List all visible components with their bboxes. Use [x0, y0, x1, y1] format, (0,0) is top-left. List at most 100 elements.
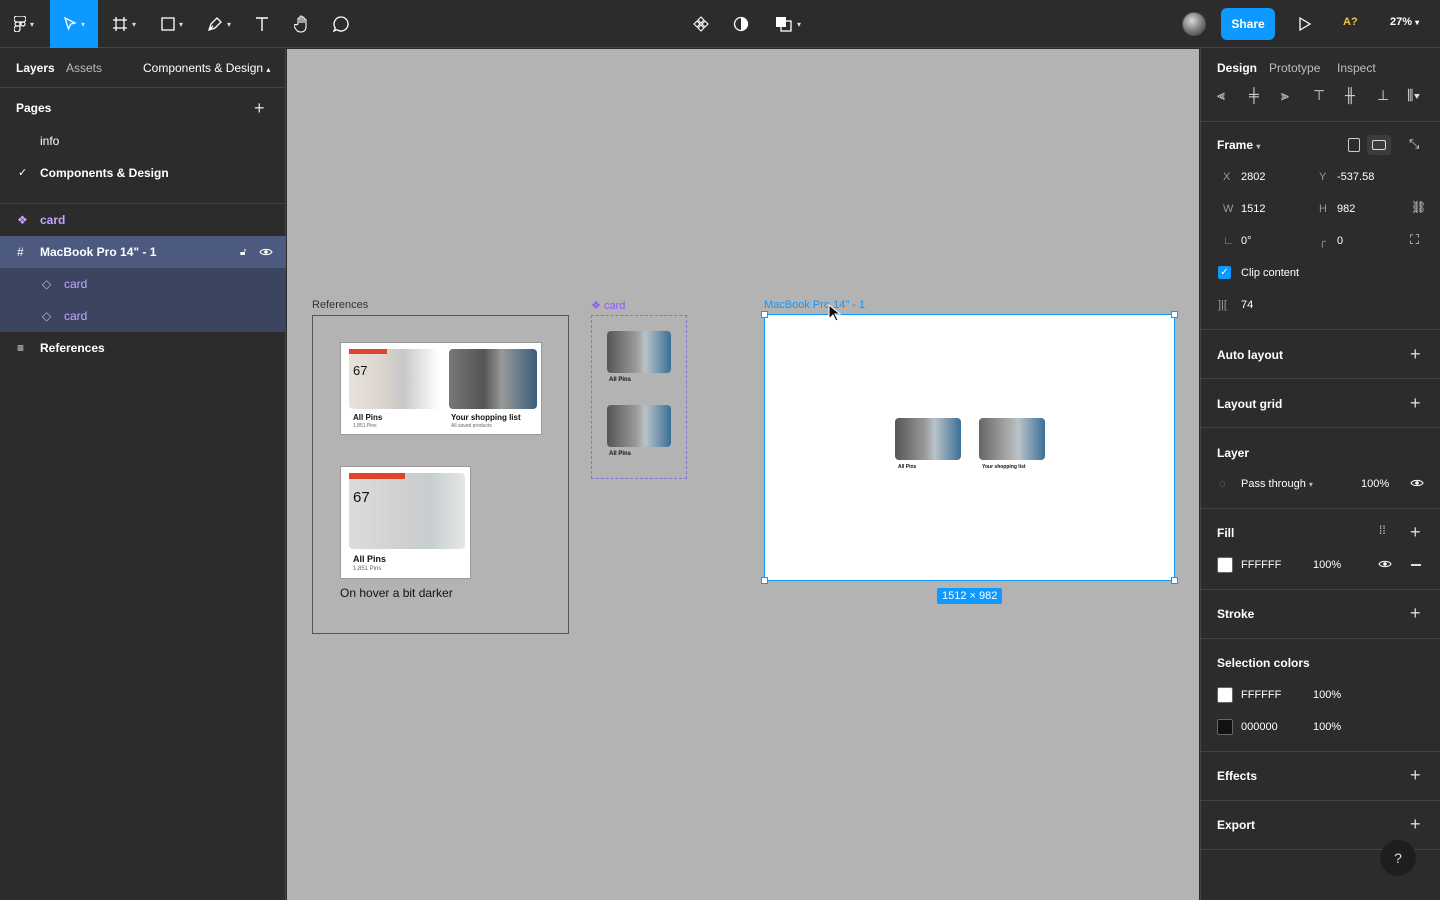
fill-swatch[interactable]	[1217, 557, 1233, 573]
layer-card-instance[interactable]: ◇ card	[0, 268, 286, 300]
clip-content-checkbox[interactable]: ✓	[1218, 266, 1231, 279]
resize-handle[interactable]	[761, 311, 768, 318]
rotation-input[interactable]: 0°	[1241, 235, 1252, 247]
distribute-icon[interactable]: ⫼▾	[1407, 87, 1420, 104]
page-selector[interactable]: Components & Design ▴	[143, 61, 270, 75]
fill-opacity-input[interactable]: 100%	[1313, 559, 1341, 571]
h-input[interactable]: 982	[1337, 203, 1355, 215]
selection-color-hex[interactable]: 000000	[1241, 721, 1278, 733]
tab-prototype[interactable]: Prototype	[1269, 61, 1320, 75]
x-label: X	[1223, 171, 1231, 183]
selection-color-swatch[interactable]	[1217, 687, 1233, 703]
resize-handle[interactable]	[761, 577, 768, 584]
selection-color-swatch[interactable]	[1217, 719, 1233, 735]
present-button[interactable]	[1292, 0, 1318, 48]
page-item-components[interactable]: Components & Design	[40, 166, 169, 180]
comment-tool-button[interactable]	[327, 0, 355, 48]
corner-radius-input[interactable]: 0	[1337, 235, 1343, 247]
eye-icon[interactable]	[1378, 559, 1392, 569]
resize-handle[interactable]	[1171, 577, 1178, 584]
x-input[interactable]: 2802	[1241, 171, 1265, 183]
main-menu-button[interactable]: ▾	[0, 0, 48, 48]
frame-tool-button[interactable]: ▾	[104, 0, 144, 48]
add-auto-layout-icon[interactable]: +	[1410, 345, 1421, 363]
independent-corners-icon[interactable]: ⛶	[1410, 232, 1419, 248]
align-bottom-icon[interactable]: ⊥	[1377, 87, 1389, 104]
layer-card-instance[interactable]: ◇ card	[0, 300, 286, 332]
move-tool-button[interactable]: ▾	[50, 0, 98, 48]
eye-icon[interactable]	[259, 247, 273, 257]
components-button[interactable]	[688, 0, 714, 48]
references-frame[interactable]: 67 All Pins 1,851 Pins Your shopping lis…	[312, 315, 569, 634]
pen-tool-button[interactable]: ▾	[198, 0, 240, 48]
layer-references[interactable]: ≡ References	[0, 332, 286, 364]
thumbnail	[349, 473, 465, 549]
card-component-label[interactable]: ❖ card	[591, 299, 625, 312]
add-export-icon[interactable]: +	[1410, 815, 1421, 833]
tab-design[interactable]: Design	[1217, 61, 1257, 75]
card-component-frame[interactable]: All Pins All Pins	[591, 315, 687, 479]
add-layout-grid-icon[interactable]: +	[1410, 394, 1421, 412]
divider	[1201, 638, 1440, 639]
macbook-frame-label[interactable]: MacBook Pro 14" - 1	[764, 299, 865, 311]
help-button[interactable]: ?	[1380, 840, 1416, 876]
selection-color-opacity[interactable]: 100%	[1313, 721, 1341, 733]
shape-tool-button[interactable]: ▾	[152, 0, 192, 48]
layer-card-component[interactable]: ❖ card	[0, 204, 286, 236]
unlock-icon[interactable]: 🔓︎	[240, 247, 246, 258]
y-input[interactable]: -537.58	[1337, 171, 1374, 183]
blend-mode-value: Pass through	[1241, 478, 1306, 490]
text-icon	[256, 17, 268, 31]
tab-assets[interactable]: Assets	[66, 61, 102, 75]
accessibility-badge[interactable]: A?	[1343, 16, 1358, 28]
card-thumbnail	[979, 418, 1045, 460]
remove-fill-icon[interactable]	[1411, 564, 1421, 566]
selection-color-opacity[interactable]: 100%	[1313, 689, 1341, 701]
layout-grid-title: Layout grid	[1217, 397, 1283, 411]
blend-icon: ◌	[1219, 478, 1226, 490]
resize-handle[interactable]	[1171, 311, 1178, 318]
eye-icon[interactable]	[1410, 478, 1424, 488]
align-center-v-icon[interactable]: ╫	[1345, 87, 1355, 103]
spacing-input[interactable]: 74	[1241, 299, 1253, 311]
layer-macbook-frame[interactable]: # MacBook Pro 14" - 1 🔓︎	[0, 236, 286, 268]
landscape-button[interactable]	[1367, 135, 1391, 155]
theme-toggle-button[interactable]	[728, 0, 754, 48]
macbook-frame[interactable]: All Pins Your shopping list	[764, 314, 1175, 581]
add-effect-icon[interactable]: +	[1410, 766, 1421, 784]
align-center-h-icon[interactable]: ╪	[1249, 87, 1259, 103]
add-fill-icon[interactable]: +	[1410, 523, 1421, 541]
card-subtitle: 1,851 Pins	[353, 566, 382, 572]
card-subtitle: All saved products	[451, 423, 492, 429]
card-title: Your shopping list	[982, 464, 1026, 470]
constrain-proportions-icon[interactable]: ⛓	[1411, 200, 1426, 214]
w-input[interactable]: 1512	[1241, 203, 1265, 215]
zoom-dropdown[interactable]: 27% ▾	[1390, 16, 1419, 28]
chevron-down-icon: ▾	[796, 19, 801, 29]
blend-mode-select[interactable]: Pass through ▾	[1241, 478, 1313, 490]
page-item-info[interactable]: info	[40, 134, 59, 148]
text-tool-button[interactable]	[248, 0, 276, 48]
align-top-icon[interactable]: ⊤	[1313, 87, 1325, 104]
tab-layers[interactable]: Layers	[16, 61, 55, 75]
selection-color-hex[interactable]: FFFFFF	[1241, 689, 1281, 701]
layer-opacity-input[interactable]: 100%	[1361, 478, 1389, 490]
boolean-ops-button[interactable]: ▾	[768, 0, 808, 48]
add-page-icon[interactable]: +	[254, 99, 265, 117]
chevron-up-icon: ▴	[266, 65, 271, 74]
align-left-icon[interactable]: ⫷	[1217, 87, 1225, 104]
add-stroke-icon[interactable]: +	[1410, 604, 1421, 622]
hand-tool-button[interactable]	[288, 0, 316, 48]
styles-icon[interactable]: ⁞⁞	[1379, 523, 1386, 537]
frame-title[interactable]: Frame ▾	[1217, 138, 1260, 152]
align-right-icon[interactable]: ⫸	[1281, 87, 1289, 104]
resize-to-fit-icon[interactable]: ⤡	[1409, 136, 1419, 152]
fill-hex-input[interactable]: FFFFFF	[1241, 559, 1281, 571]
share-button[interactable]: Share	[1221, 8, 1275, 40]
card-title: All Pins	[609, 377, 632, 383]
references-frame-label[interactable]: References	[312, 299, 368, 311]
tab-inspect[interactable]: Inspect	[1337, 61, 1376, 75]
portrait-icon[interactable]	[1348, 138, 1360, 152]
avatar[interactable]	[1182, 12, 1206, 36]
canvas[interactable]: References 67 All Pins 1,851 Pins Your s…	[287, 49, 1199, 900]
